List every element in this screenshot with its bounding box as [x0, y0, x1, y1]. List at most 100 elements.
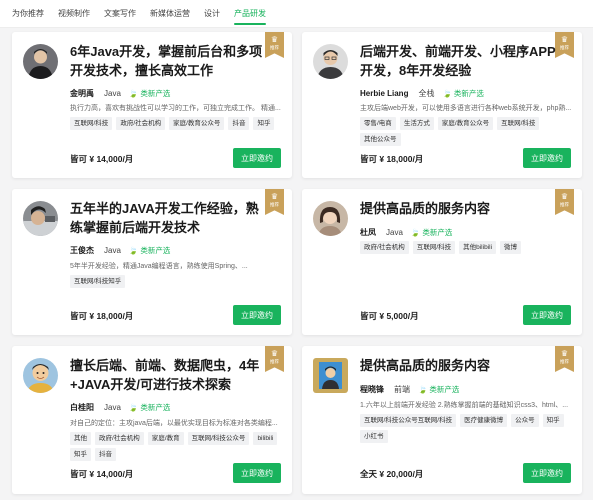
invite-button[interactable]: 立即邀约: [523, 148, 571, 168]
tag: 医疗健康微博: [460, 414, 508, 427]
freelancer-card[interactable]: ♛ 推荐 五年半的JAVA开发工作经验，熟练掌握前后端开发技术 王俊杰 Java …: [12, 189, 292, 335]
tag: 小红书: [360, 430, 388, 443]
category-tabs: 为你推荐 视频制作 文案写作 新媒体运营 设计 产品研发: [0, 0, 593, 28]
card-title[interactable]: 后端开发、前端开发、小程序APP开发，8年开发经验: [360, 42, 556, 80]
role: Java: [104, 403, 121, 412]
type-label: 🍃 类新产选: [128, 89, 171, 98]
type-label: 🍃 类新产选: [128, 403, 171, 412]
tab-product-dev[interactable]: 产品研发: [234, 0, 266, 28]
tag-list: 互联网/科技 政府/社会机构 家庭/教育公众号 抖音 知乎: [70, 117, 285, 130]
tag: 互联网/科技: [412, 241, 456, 254]
meta-row: Herbie Liang 全栈 🍃 类新产选: [360, 88, 484, 99]
tag: 家庭/教育公众号: [169, 117, 225, 130]
invite-button[interactable]: 立即邀约: [523, 463, 571, 483]
description: 主攻后端web开发，可以使用多语言进行各种web系统开发，php熟...: [360, 105, 572, 112]
avatar: [23, 201, 58, 236]
tab-recommended[interactable]: 为你推荐: [12, 0, 44, 28]
freelancer-card[interactable]: ♛ 推荐 提供高品质的服务内容 程晓锋 前端 🍃 类新产选 1.六年以上前端开发经…: [302, 346, 582, 494]
meta-row: 金明禹 Java 🍃 类新产选: [70, 88, 170, 99]
tag-list: 其他 政府/社会机构 家庭/教育 互联网/科技公众号 bilibili 知乎 抖…: [70, 432, 285, 461]
description: 1.六年以上前端开发经验 2.熟练掌握前端的基础知识css3、html、...: [360, 402, 569, 409]
card-title[interactable]: 6年Java开发，掌握前后台和多项开发技术，擅长高效工作: [70, 42, 266, 80]
card-title[interactable]: 提供高品质的服务内容: [360, 356, 556, 375]
freelancer-card[interactable]: ♛ 推荐 6年Java开发，掌握前后台和多项开发技术，擅长高效工作 金明禹 Jav…: [12, 32, 292, 178]
tag: 生活方式: [399, 117, 434, 130]
price: 皆可 ¥ 5,000/月: [360, 311, 419, 321]
crown-icon: ♛: [560, 35, 569, 44]
role: 全栈: [418, 89, 435, 98]
freelancer-name[interactable]: 金明禹: [70, 88, 94, 99]
tag: 政府/社会机构: [116, 117, 166, 130]
card-title[interactable]: 五年半的JAVA开发工作经验，熟练掌握前后端开发技术: [70, 199, 266, 237]
crown-icon: ♛: [560, 192, 569, 201]
tag-list: 零售/电商 生活方式 家庭/教育公众号 互联网/科技 其他公众号: [360, 117, 575, 146]
tag: 知乎: [70, 448, 91, 461]
freelancer-card[interactable]: ♛ 推荐 后端开发、前端开发、小程序APP开发，8年开发经验 Herbie Lia…: [302, 32, 582, 178]
price: 皆可 ¥ 14,000/月: [70, 154, 134, 164]
crown-icon: ♛: [270, 35, 279, 44]
tag: 家庭/教育: [147, 432, 184, 445]
recommend-badge: ♛ 推荐: [265, 189, 284, 215]
tab-copywriting[interactable]: 文案写作: [104, 0, 136, 28]
freelancer-name[interactable]: 杜凤: [360, 227, 376, 238]
freelancer-card[interactable]: ♛ 推荐 擅长后端、前端、数据爬虫，4年+JAVA开发/可进行技术探索 白桂阳 J…: [12, 346, 292, 494]
avatar: [313, 358, 348, 393]
tag: 互联网/科技公众号互联网/科技: [360, 414, 457, 427]
tag: 互联网/科技: [497, 117, 540, 130]
meta-row: 杜凤 Java 🍃 类新产选: [360, 227, 452, 238]
recommend-badge: ♛ 推荐: [555, 346, 574, 372]
crown-icon: ♛: [270, 192, 279, 201]
role: Java: [386, 228, 403, 237]
description: 5年半开发经验，精通Java编程语言，熟练使用Spring、...: [70, 263, 248, 270]
invite-button[interactable]: 立即邀约: [523, 305, 571, 325]
tag: 互联网/科技公众号: [187, 432, 250, 445]
description: 执行力高，喜欢有挑战性可以学习的工作，可独立完成工作。 精通...: [70, 105, 281, 112]
card-title[interactable]: 擅长后端、前端、数据爬虫，4年+JAVA开发/可进行技术探索: [70, 356, 266, 394]
tag: 互联网/科技知乎: [70, 275, 126, 288]
invite-button[interactable]: 立即邀约: [233, 305, 281, 325]
tag: 其他bilibili: [459, 241, 497, 254]
type-label: 🍃 类新产选: [418, 385, 460, 394]
tag-list: 政府/社会机构 互联网/科技 其他bilibili 微博: [360, 241, 575, 254]
avatar: [313, 201, 348, 236]
tag: 零售/电商: [360, 117, 396, 130]
recommend-badge: ♛ 推荐: [265, 346, 284, 372]
avatar: [313, 44, 348, 79]
tag: 政府/社会机构: [95, 432, 144, 445]
tag: 抖音: [228, 117, 250, 130]
crown-icon: ♛: [560, 349, 569, 358]
price: 全天 ¥ 20,000/月: [360, 469, 424, 479]
tag: 公众号: [511, 414, 539, 427]
type-label: 🍃 类新产选: [410, 228, 453, 237]
tag: 政府/社会机构: [360, 241, 409, 254]
tag: 其他公众号: [360, 133, 401, 146]
tag: bilibili: [253, 432, 278, 445]
tag: 微博: [500, 241, 522, 254]
card-title[interactable]: 提供高品质的服务内容: [360, 199, 556, 218]
tag: 互联网/科技: [70, 117, 113, 130]
tag: 家庭/教育公众号: [437, 117, 494, 130]
role: 前端: [394, 385, 410, 394]
tag-list: 互联网/科技知乎: [70, 275, 285, 288]
crown-icon: ♛: [270, 349, 279, 358]
role: Java: [104, 246, 121, 255]
recommend-badge: ♛ 推荐: [555, 189, 574, 215]
tab-new-media[interactable]: 新媒体运营: [150, 0, 190, 28]
freelancer-name[interactable]: 白桂阳: [70, 402, 94, 413]
freelancer-name[interactable]: 王俊杰: [70, 245, 94, 256]
tag: 知乎: [542, 414, 564, 427]
role: Java: [104, 89, 121, 98]
freelancer-name[interactable]: 程晓锋: [360, 384, 384, 395]
tag-list: 互联网/科技公众号互联网/科技 医疗健康微博 公众号 知乎 小红书: [360, 414, 575, 443]
tab-design[interactable]: 设计: [204, 0, 220, 28]
freelancer-card[interactable]: ♛ 推荐 提供高品质的服务内容 杜凤 Java 🍃 类新产选 政府/社会机构 互联…: [302, 189, 582, 335]
invite-button[interactable]: 立即邀约: [233, 463, 281, 483]
type-label: 🍃 类新产选: [442, 89, 484, 98]
price: 皆可 ¥ 18,000/月: [70, 311, 134, 321]
avatar: [23, 358, 58, 393]
invite-button[interactable]: 立即邀约: [233, 148, 281, 168]
tab-video[interactable]: 视频制作: [58, 0, 90, 28]
price: 皆可 ¥ 18,000/月: [360, 154, 424, 164]
freelancer-name[interactable]: Herbie Liang: [360, 89, 408, 98]
tag: 抖音: [95, 448, 116, 461]
